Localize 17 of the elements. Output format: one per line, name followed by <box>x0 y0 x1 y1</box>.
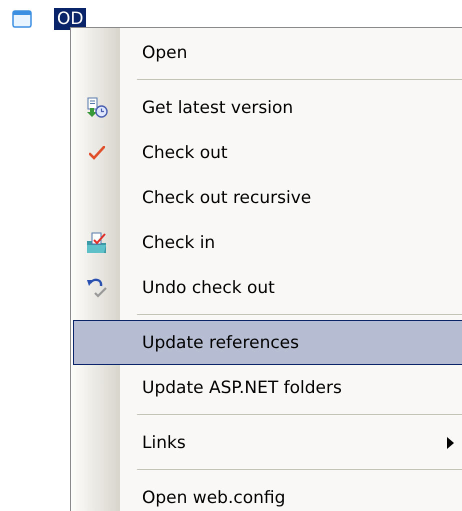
tree-node-label[interactable]: OD <box>54 8 86 30</box>
document-clock-icon <box>86 96 108 118</box>
check-icon <box>89 146 105 160</box>
menu-item[interactable]: Undo check out <box>73 265 462 310</box>
menu-item[interactable]: Check out recursive <box>73 175 462 220</box>
menu-item[interactable]: Open <box>73 30 462 75</box>
menu-item[interactable]: Open web.config <box>73 475 462 511</box>
submenu-arrow-icon <box>447 436 454 448</box>
window-icon <box>12 10 32 28</box>
menu-item[interactable]: Links <box>73 420 462 465</box>
menu-item[interactable]: Check out <box>73 130 462 175</box>
menu-item[interactable]: Get latest version <box>73 85 462 130</box>
menu-item[interactable]: Update ASP.NET folders <box>73 365 462 410</box>
folder-check-icon <box>86 232 108 254</box>
undo-check-icon <box>86 276 108 298</box>
menu-item[interactable]: Update references <box>73 320 462 365</box>
menu-item[interactable]: Check in <box>73 220 462 265</box>
